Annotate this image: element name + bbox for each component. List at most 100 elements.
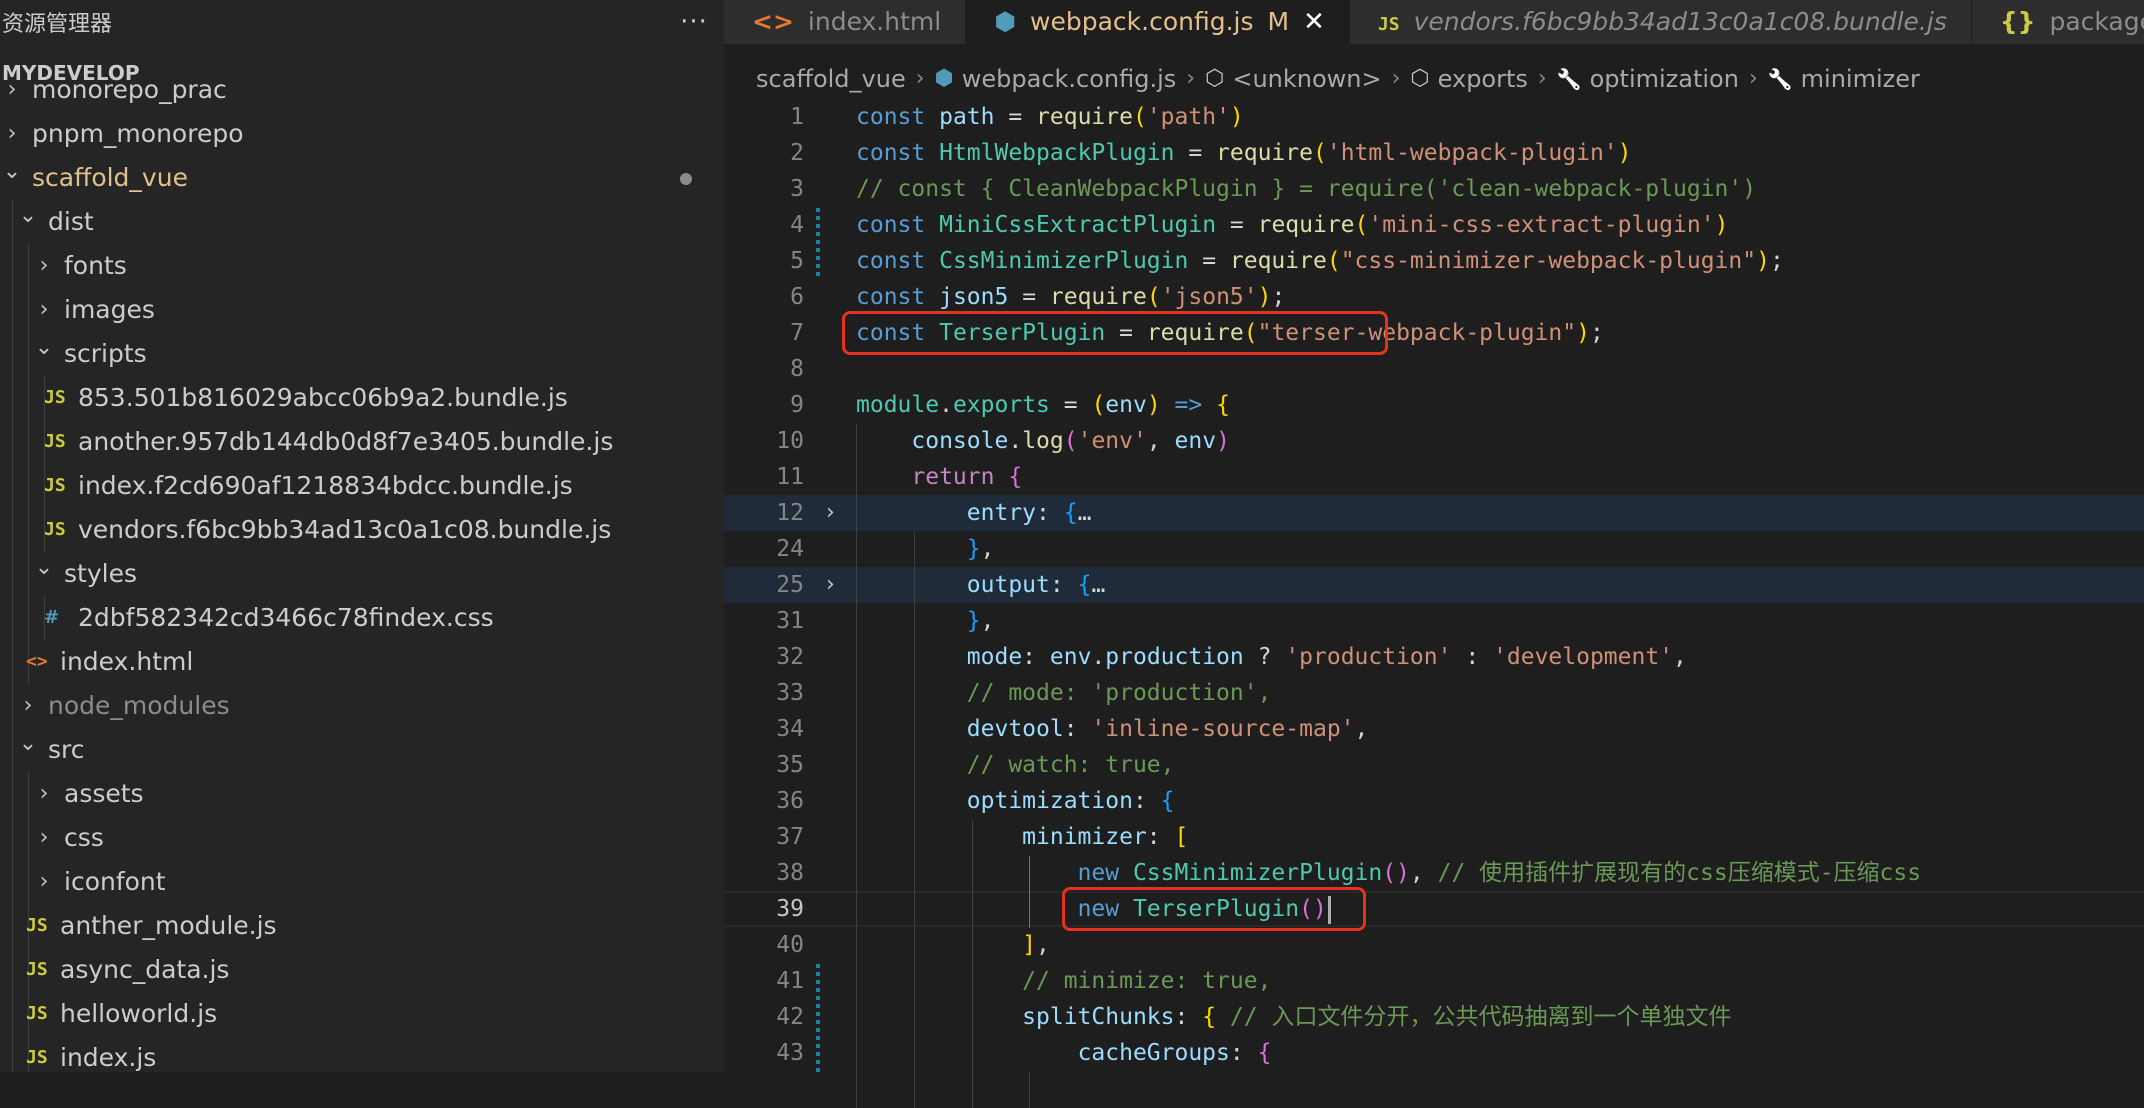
code-line[interactable]: 10 console.log('env', env)	[724, 423, 2144, 459]
chevron-right-icon[interactable]: ›	[826, 495, 835, 531]
code-token: HtmlWebpackPlugin	[939, 140, 1175, 166]
code-line[interactable]: 8	[724, 351, 2144, 387]
code-line[interactable]: 12 › entry: {…	[724, 495, 2144, 531]
code-line[interactable]: 42 splitChunks: { // 入口文件分开，公共代码抽离到一个单独文…	[724, 999, 2144, 1035]
js-file-icon: JS	[26, 1003, 48, 1024]
tab-index[interactable]: <> index.html	[724, 0, 967, 44]
breadcrumb-item[interactable]: ⬡ exports	[1410, 58, 1527, 100]
tree-folder[interactable]: ⌄ dist	[0, 200, 724, 244]
code-line[interactable]: 9 module.exports = (env) => {	[724, 387, 2144, 423]
code-line[interactable]: 41 // minimize: true,	[724, 963, 2144, 999]
code-line[interactable]: 35 // watch: true,	[724, 747, 2144, 783]
more-actions-icon[interactable]: ···	[674, 7, 714, 37]
tree-item-label: fonts	[64, 251, 127, 280]
line-number: 6	[790, 284, 804, 310]
code-line[interactable]: 4 const MiniCssExtractPlugin = require('m…	[724, 207, 2144, 243]
line-number: 10	[776, 428, 804, 454]
code-line[interactable]: 37 minimizer: [	[724, 819, 2144, 855]
line-number: 42	[776, 1004, 804, 1030]
code-line[interactable]: 32 mode: env.production ? 'production' :…	[724, 639, 2144, 675]
code-token: 'json5'	[1160, 284, 1258, 310]
tree-folder[interactable]: › assets	[0, 772, 724, 816]
close-icon[interactable]: ✕	[1303, 7, 1325, 37]
code-line[interactable]: 43 cacheGroups: {	[724, 1035, 2144, 1071]
breadcrumb-item[interactable]: ⬢ webpack.config.js	[935, 58, 1177, 100]
tree-folder[interactable]: › iconfont	[0, 860, 724, 904]
tab-vendors[interactable]: JS vendors.f6bc9bb34ad13c0a1c08.bundle.js	[1349, 0, 1972, 44]
tree-folder[interactable]: › css	[0, 816, 724, 860]
code-token: )	[1756, 248, 1770, 274]
tree-file[interactable]: JS async_data.js	[0, 948, 724, 992]
tree-folder[interactable]: ⌄ scripts	[0, 332, 724, 376]
tree-file[interactable]: #2dbf582342cd3466c78findex.css	[0, 596, 724, 640]
tree-file[interactable]: JS another.957db144db0d8f7e3405.bundle.js	[0, 420, 724, 464]
code-token: ,	[980, 608, 995, 634]
code-token: // mode: 'production',	[966, 680, 1272, 706]
code-line[interactable]: 25 › output: {…	[724, 567, 2144, 603]
chevron-right-icon: ›	[39, 781, 49, 806]
tree-file[interactable]: JS 853.501b816029abcc06b9a2.bundle.js	[0, 376, 724, 420]
js-file-icon: JS	[1377, 14, 1400, 35]
code-line[interactable]: 2 const HtmlWebpackPlugin = require('html…	[724, 135, 2144, 171]
breadcrumb-item[interactable]: scaffold_vue	[756, 58, 906, 100]
tree-file[interactable]: JS vendors.f6bc9bb34ad13c0a1c08.bundle.js	[0, 508, 724, 552]
chevron-right-icon[interactable]: ›	[826, 567, 835, 603]
tab-label: vendors.f6bc9bb34ad13c0a1c08.bundle.js	[1413, 7, 1947, 36]
tree-file[interactable]: JS helloworld.js	[0, 992, 724, 1036]
tree-file[interactable]: JS anther_module.js	[0, 904, 724, 948]
code-token: [	[1174, 824, 1189, 850]
line-number: 40	[776, 932, 804, 958]
tree-folder[interactable]: ⌄ src	[0, 728, 724, 772]
tree-file[interactable]: JS index.f2cd690af1218834bdcc.bundle.js	[0, 464, 724, 508]
code-token: )	[1216, 428, 1230, 454]
indent-guide	[12, 376, 13, 420]
code-token: (	[1132, 104, 1147, 130]
code-line[interactable]: 39 new TerserPlugin()	[724, 891, 2144, 927]
tree-folder[interactable]: › pnpm_monorepo	[0, 112, 724, 156]
tree-folder[interactable]: ⌄ styles	[0, 552, 724, 596]
indent-guide	[12, 816, 13, 860]
code-token: =>	[1160, 392, 1217, 418]
code-line[interactable]: 34 devtool: 'inline-source-map',	[724, 711, 2144, 747]
tree-folder[interactable]: › images	[0, 288, 724, 332]
breadcrumb-item[interactable]: 🔧 minimizer	[1768, 58, 1920, 100]
code-line[interactable]: 1 const path = require('path')	[724, 99, 2144, 135]
tab-package[interactable]: {} package	[1971, 0, 2144, 44]
code-line[interactable]: 40 ],	[724, 927, 2144, 963]
html-file-icon: <>	[752, 7, 794, 36]
indent-guide	[12, 420, 13, 464]
code-text: output: {…	[856, 567, 1106, 603]
tree-folder[interactable]: › node_modules	[0, 684, 724, 728]
code-text: const CssMinimizerPlugin = require("css-…	[856, 243, 1784, 279]
code-line[interactable]: 3 // const { CleanWebpackPlugin } = requi…	[724, 171, 2144, 207]
code-text: // const { CleanWebpackPlugin } = requir…	[856, 171, 1756, 207]
html-file-icon: <>	[26, 651, 48, 672]
code-line[interactable]: 11 return {	[724, 459, 2144, 495]
tree-file[interactable]: JS index.js	[0, 1036, 724, 1072]
code-line[interactable]: 33 // mode: 'production',	[724, 675, 2144, 711]
code-line[interactable]: 6 const json5 = require('json5');	[724, 279, 2144, 315]
tree-file[interactable]: <> index.html	[0, 640, 724, 684]
chevron-down-icon: ⌄	[18, 731, 38, 756]
tree-folder[interactable]: ⌄ scaffold_vue	[0, 156, 724, 200]
tree-folder[interactable]: › fonts	[0, 244, 724, 288]
code-line[interactable]: 38 new CssMinimizerPlugin(), // 使用插件扩展现有…	[724, 855, 2144, 891]
code-line[interactable]: 31 },	[724, 603, 2144, 639]
code-text: minimizer: [	[856, 819, 1188, 855]
code-editor[interactable]: 1 const path = require('path') 2 const Html…	[724, 99, 2144, 1108]
breadcrumb-item[interactable]: 🔧 optimization	[1557, 58, 1739, 100]
breadcrumb-item[interactable]: ⬡ <unknown>	[1205, 58, 1382, 100]
code-line[interactable]: 24 },	[724, 531, 2144, 567]
tree-folder[interactable]: › monorepo_prac	[0, 68, 724, 112]
code-token: {	[1063, 500, 1078, 526]
tab-webpack[interactable]: ⬢ webpack.config.js M ✕	[966, 0, 1350, 44]
tree-item-label: anther_module.js	[60, 911, 277, 940]
code-line[interactable]: 5 const CssMinimizerPlugin = require("css…	[724, 243, 2144, 279]
tree-item-label: pnpm_monorepo	[32, 119, 244, 148]
code-text: return {	[856, 459, 1022, 495]
code-token: 'env'	[1077, 428, 1147, 454]
code-line[interactable]: 36 optimization: {	[724, 783, 2144, 819]
indent-guide	[12, 244, 13, 288]
